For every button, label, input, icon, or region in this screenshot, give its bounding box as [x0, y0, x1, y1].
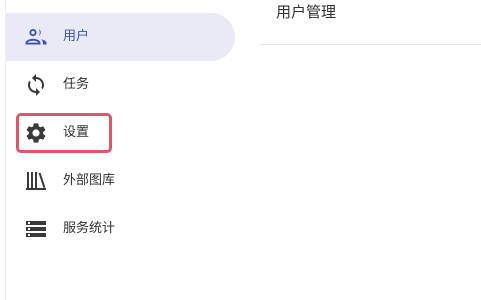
sidebar-item-label: 外部图库	[63, 173, 116, 188]
sidebar: 用户 任务 设置 外部图库 服务统计	[0, 0, 246, 300]
sidebar-item-label: 任务	[63, 77, 90, 92]
sync-icon	[24, 73, 48, 97]
sidebar-item-tasks[interactable]: 任务	[6, 61, 235, 109]
sidebar-item-label: 服务统计	[63, 221, 116, 236]
sidebar-item-external-gallery[interactable]: 外部图库	[6, 157, 235, 205]
page-title: 用户管理	[276, 3, 337, 21]
server-icon	[24, 217, 48, 241]
title-divider	[260, 44, 481, 45]
sidebar-item-service-stats[interactable]: 服务统计	[6, 205, 235, 253]
gear-icon	[24, 121, 48, 145]
sidebar-item-settings[interactable]: 设置	[6, 109, 235, 157]
users-icon	[24, 25, 48, 49]
main-content: 用户管理	[246, 0, 481, 300]
sidebar-item-users[interactable]: 用户	[6, 13, 235, 61]
sidebar-item-label: 设置	[63, 125, 90, 140]
library-icon	[24, 169, 48, 193]
sidebar-item-label: 用户	[63, 29, 90, 44]
